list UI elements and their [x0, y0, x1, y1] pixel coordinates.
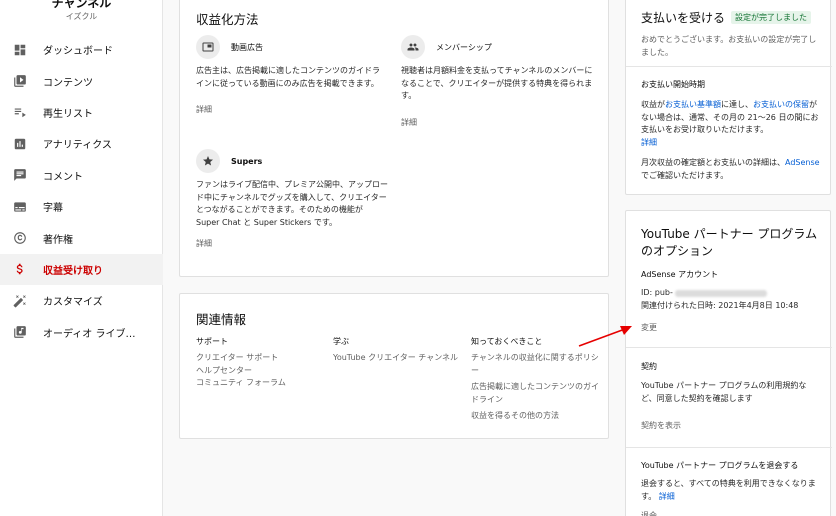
adsense-link[interactable]: AdSense — [785, 158, 820, 167]
method-name: 動画広告 — [231, 42, 263, 52]
adsense-id-prefix: ID: pub- — [641, 288, 673, 297]
method-detail-link[interactable]: 詳細 — [196, 238, 396, 251]
members-icon — [401, 35, 425, 59]
ypp-title: YouTube パートナー プログラムのオプション — [641, 227, 818, 258]
related-info-card: 関連情報 サポート クリエイター サポート ヘルプセンター コミュニティ フォー… — [179, 293, 609, 439]
channel-subtitle: イズクル — [65, 12, 98, 21]
related-link[interactable]: チャンネルの収益化に関するポリシー — [471, 352, 599, 377]
comment-icon — [13, 168, 27, 182]
related-link[interactable]: クリエイター サポート — [196, 352, 321, 365]
method-video-ads: 動画広告 広告主は、広告掲載に適したコンテンツのガイドラインに従っている動画にの… — [196, 35, 396, 117]
sidebar-item-label: 著作権 — [43, 234, 73, 246]
payment-start-label: お支払い開始時期 — [641, 80, 705, 89]
channel-name: チャンネル — [51, 0, 112, 10]
leave-button[interactable]: 退会 — [641, 510, 657, 516]
method-description: ファンはライブ配信中、プレミア公開中、アップロード中にチャンネルでグッズを購入し… — [196, 180, 388, 227]
sidebar-item-subtitles[interactable]: 字幕 — [0, 191, 163, 222]
method-description: 広告主は、広告掲載に適したコンテンツのガイドラインに従っている動画にのみ広告を掲… — [196, 66, 380, 88]
payment-hold-link[interactable]: お支払いの保留 — [753, 100, 809, 109]
method-name: Supers — [231, 156, 263, 166]
linked-date: 関連付けられた日時: 2021年4月8日 10:48 — [641, 301, 799, 310]
leave-ypp-text: 退会すると、すべての特典を利用できなくなります。 詳細 — [641, 478, 821, 503]
audio-library-icon — [13, 325, 27, 339]
divider — [626, 66, 832, 67]
sidebar-item-customize[interactable]: カスタマイズ — [0, 285, 163, 316]
sidebar-item-label: 再生リスト — [43, 108, 93, 120]
divider — [626, 347, 832, 348]
change-link[interactable]: 変更 — [641, 322, 657, 335]
adsense-account-label: AdSense アカウント — [641, 270, 719, 279]
adsense-id: ID: pub- — [641, 287, 767, 300]
sidebar-item-label: アナリティクス — [43, 140, 112, 152]
annotation-arrow — [578, 326, 632, 347]
sidebar-item-label: カスタマイズ — [43, 297, 103, 309]
sidebar-item-dashboard[interactable]: ダッシュボード — [0, 34, 163, 65]
related-link[interactable]: 収益を得るその他の方法 — [471, 410, 599, 423]
method-membership: メンバーシップ 視聴者は月額料金を支払ってチャンネルのメンバーになることで、クリ… — [401, 35, 601, 129]
related-link[interactable]: 広告掲載に適したコンテンツのガイドライン — [471, 381, 599, 406]
text-span: でご確認いただけます。 — [641, 170, 729, 180]
star-icon — [196, 149, 220, 173]
contract-text: YouTube パートナー プログラムの利用規約など、同意した契約を確認します — [641, 381, 807, 403]
sidebar-item-label: オーディオ ライブ… — [43, 328, 136, 340]
monetization-methods-card: 収益化方法 動画広告 広告主は、広告掲載に適したコンテンツのガイドラインに従って… — [179, 0, 609, 277]
payment-title: 支払いを受ける — [641, 11, 726, 25]
related-column-support: サポート クリエイター サポート ヘルプセンター コミュニティ フォーラム — [196, 336, 321, 390]
view-contract-link[interactable]: 契約を表示 — [641, 420, 681, 433]
sidebar-item-audio-library[interactable]: オーディオ ライブ… — [0, 317, 163, 348]
payment-start-text: 収益がお支払い基準額に達し、お支払いの保留がない場合は、通常、その月の 21〜2… — [641, 99, 823, 149]
method-supers: Supers ファンはライブ配信中、プレミア公開中、アップロード中にチャンネルで… — [196, 149, 396, 251]
monthly-info-text: 月次収益の確定額とお支払いの詳細は、AdSense でご確認いただけます。 — [641, 157, 823, 182]
column-heading: 学ぶ — [333, 337, 349, 346]
sidebar-item-label: ダッシュボード — [43, 46, 113, 58]
redacted-id — [674, 289, 767, 297]
magic-wand-icon — [13, 294, 27, 308]
analytics-icon — [13, 137, 27, 151]
related-link[interactable]: コミュニティ フォーラム — [196, 377, 321, 390]
method-name: メンバーシップ — [436, 42, 492, 52]
sidebar: チャンネル イズクル ダッシュボード コンテンツ 再生リスト アナリティクス コ… — [0, 0, 163, 516]
sidebar-item-comments[interactable]: コメント — [0, 160, 163, 191]
sidebar-item-playlists[interactable]: 再生リスト — [0, 97, 163, 128]
method-detail-link[interactable]: 詳細 — [196, 104, 396, 117]
text-span: に達し、 — [721, 100, 753, 109]
playlist-icon — [13, 105, 27, 119]
sidebar-nav: ダッシュボード コンテンツ 再生リスト アナリティクス コメント 字幕 著作権 — [0, 34, 163, 348]
sidebar-item-earn[interactable]: 収益受け取り — [0, 253, 163, 286]
payment-detail-link[interactable]: 詳細 — [641, 138, 657, 147]
ypp-options-card: YouTube パートナー プログラムのオプション AdSense アカウント … — [625, 210, 832, 516]
sidebar-item-content[interactable]: コンテンツ — [0, 65, 163, 96]
status-badge: 設定が完了しました — [731, 11, 812, 24]
section-title: 関連情報 — [196, 312, 247, 327]
content-icon — [13, 74, 27, 88]
sidebar-item-label: コメント — [43, 171, 83, 183]
copyright-icon — [13, 231, 27, 245]
related-column-learn: 学ぶ YouTube クリエイター チャンネル — [333, 336, 461, 365]
divider — [626, 447, 832, 448]
payment-card: 支払いを受ける 設定が完了しました おめでとうございます。お支払いの設定が完了し… — [625, 0, 832, 195]
sidebar-item-copyright[interactable]: 著作権 — [0, 222, 163, 253]
sidebar-item-label: 字幕 — [43, 203, 63, 215]
text-span: 収益が — [641, 100, 665, 109]
leave-ypp-label: YouTube パートナー プログラムを退会する — [641, 461, 799, 470]
dashboard-icon — [13, 43, 27, 57]
method-description: 視聴者は月額料金を支払ってチャンネルのメンバーになることで、クリエイターが提供す… — [401, 66, 593, 100]
threshold-link[interactable]: お支払い基準額 — [665, 100, 721, 109]
payment-congrats: おめでとうございます。お支払いの設定が完了しました。 — [641, 35, 817, 57]
leave-detail-link[interactable]: 詳細 — [659, 492, 675, 501]
subtitles-icon — [13, 200, 27, 214]
related-link[interactable]: ヘルプセンター — [196, 365, 321, 378]
section-title: 収益化方法 — [196, 12, 259, 27]
method-detail-link[interactable]: 詳細 — [401, 117, 601, 130]
dollar-icon — [13, 262, 27, 276]
sidebar-item-label: 収益受け取り — [43, 265, 103, 277]
text-span: 月次収益の確定額とお支払いの詳細は、 — [641, 158, 785, 167]
contract-label: 契約 — [641, 362, 657, 371]
related-link[interactable]: YouTube クリエイター チャンネル — [333, 352, 461, 365]
sidebar-item-analytics[interactable]: アナリティクス — [0, 128, 163, 159]
column-heading: サポート — [196, 337, 228, 346]
sidebar-item-label: コンテンツ — [43, 77, 93, 89]
picture-in-picture-icon — [196, 35, 220, 59]
